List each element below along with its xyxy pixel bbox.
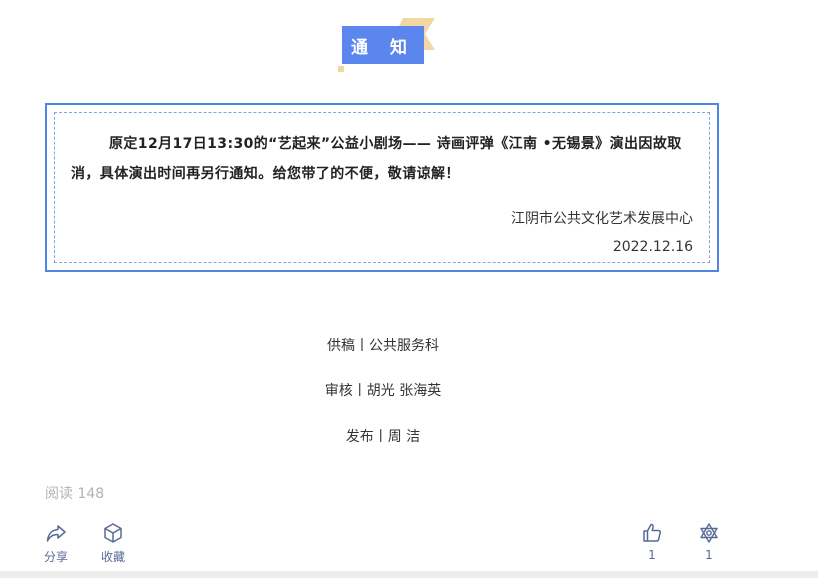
favorite-button[interactable]: 收藏 [101, 522, 125, 565]
wow-count: 1 [705, 548, 713, 562]
notice-body: 原定12月17日13:30的“艺起来”公益小剧场—— 诗画评弹《江南 •无锡景》… [71, 136, 682, 182]
badge-decoration-dot [338, 66, 344, 72]
notice-box: 原定12月17日13:30的“艺起来”公益小剧场—— 诗画评弹《江南 •无锡景》… [45, 103, 719, 272]
thumbs-up-icon [643, 523, 662, 542]
wow-button[interactable]: 1 [698, 522, 720, 562]
credit-reviewer: 审核丨胡光 张海英 [324, 383, 442, 399]
cube-icon [104, 523, 122, 543]
notice-inner-border: 原定12月17日13:30的“艺起来”公益小剧场—— 诗画评弹《江南 •无锡景》… [54, 112, 710, 263]
bottom-bar [0, 571, 818, 578]
like-count: 1 [648, 548, 656, 562]
favorite-label: 收藏 [101, 550, 126, 564]
credit-contributor: 供稿丨公共服务科 [327, 338, 439, 354]
badge-title: 通 知 [342, 26, 424, 64]
share-icon [46, 525, 66, 542]
like-button[interactable]: 1 [641, 522, 663, 562]
read-count: 阅读 148 [45, 486, 105, 502]
notice-organization: 江阴市公共文化艺术发展中心 [511, 211, 693, 227]
share-label: 分享 [44, 550, 69, 564]
wow-icon [700, 523, 718, 543]
notice-date: 2022.12.16 [612, 239, 693, 255]
share-button[interactable]: 分享 [44, 522, 68, 565]
title-badge: 通 知 [337, 16, 437, 72]
credit-publisher: 发布丨周 洁 [345, 429, 421, 445]
